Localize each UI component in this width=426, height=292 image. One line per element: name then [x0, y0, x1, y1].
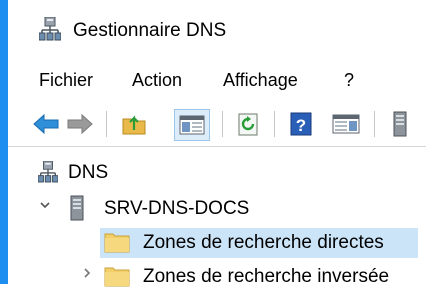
tree-item-label: SRV-DNS-DOCS — [104, 198, 250, 219]
back-button[interactable] — [32, 110, 60, 138]
menu-action[interactable]: Action — [132, 70, 182, 91]
server-icon — [70, 195, 84, 226]
tree-item-server[interactable]: SRV-DNS-DOCS — [8, 194, 426, 224]
tree-item-dns[interactable]: DNS — [8, 158, 426, 188]
up-level-button[interactable] — [120, 110, 148, 138]
server-button[interactable] — [390, 110, 410, 138]
show-hide-console-tree-button[interactable] — [174, 109, 210, 141]
show-hide-action-pane-icon — [332, 114, 360, 134]
back-arrow-icon — [33, 113, 59, 135]
chevron-right-icon[interactable] — [81, 266, 93, 283]
forward-button[interactable] — [66, 110, 94, 138]
tree-item-forward-lookup-zones[interactable]: Zones de recherche directes — [8, 228, 426, 258]
menu-bar: Fichier Action Affichage ? — [8, 60, 426, 100]
show-hide-console-tree-icon — [179, 115, 205, 135]
tree-item-reverse-lookup-zones[interactable]: Zones de recherche inversée — [8, 262, 426, 292]
window-title: Gestionnaire DNS — [73, 20, 227, 41]
toolbar-divider — [8, 146, 426, 147]
tree-item-label: Zones de recherche directes — [143, 232, 384, 253]
menu-file[interactable]: Fichier — [39, 70, 93, 91]
toolbar: ? — [8, 106, 426, 142]
server-icon — [393, 111, 407, 137]
menu-help[interactable]: ? — [344, 70, 354, 91]
window-left-accent — [0, 0, 8, 284]
help-button[interactable]: ? — [287, 110, 315, 138]
title-bar: Gestionnaire DNS — [8, 0, 426, 58]
refresh-button[interactable] — [234, 110, 262, 138]
menu-view[interactable]: Affichage — [223, 70, 298, 91]
refresh-icon — [238, 113, 258, 136]
toolbar-separator — [374, 111, 375, 137]
console-tree: DNS SRV-DNS-DOCS Zones de recherche dire… — [8, 148, 426, 287]
svg-text:?: ? — [296, 116, 306, 135]
folder-icon — [104, 231, 130, 258]
show-hide-action-pane-button[interactable] — [330, 110, 362, 138]
tree-item-label: Zones de recherche inversée — [143, 266, 390, 287]
up-folder-icon — [122, 115, 146, 135]
tree-item-label: DNS — [68, 162, 109, 183]
dns-manager-app-icon — [38, 16, 62, 46]
toolbar-separator — [106, 111, 107, 137]
help-icon: ? — [290, 112, 312, 136]
forward-arrow-icon — [67, 113, 93, 135]
folder-icon — [104, 265, 130, 292]
chevron-down-icon[interactable] — [39, 198, 51, 214]
toolbar-separator — [274, 111, 275, 137]
toolbar-separator — [222, 111, 223, 137]
dns-icon — [37, 160, 59, 188]
